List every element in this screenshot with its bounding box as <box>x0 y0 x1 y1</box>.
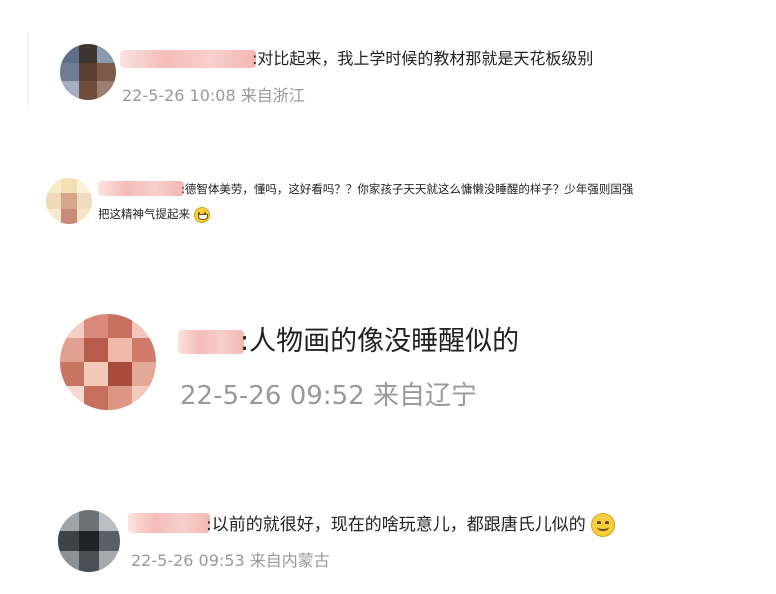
comment-time: 22-5-26 09:53 <box>131 551 245 570</box>
avatar[interactable] <box>60 314 156 410</box>
divider-line <box>28 32 29 108</box>
comment-text: :以前的就很好，现在的啥玩意儿，都跟唐氏儿似的 <box>206 513 616 537</box>
username-blurred[interactable] <box>98 181 184 196</box>
username-blurred[interactable] <box>128 513 210 533</box>
comment-text: :对比起来，我上学时候的教材那就是天花板级别 <box>252 49 594 68</box>
comment-text-label: :以前的就很好，现在的啥玩意儿，都跟唐氏儿似的 <box>206 515 586 535</box>
avatar[interactable] <box>58 510 120 572</box>
avatar[interactable] <box>46 178 92 224</box>
grin-emoji-icon <box>193 206 210 223</box>
comment-location: 来自辽宁 <box>372 381 477 411</box>
comment-location: 来自内蒙古 <box>249 551 330 570</box>
smile-emoji-icon <box>591 513 616 537</box>
comment-meta: 22-5-26 09:52 来自辽宁 <box>180 380 477 412</box>
comment-text-line1: :德智体美劳，懂吗，这好看吗？？你家孩子天天就这么慵懒没睡醒的样子？少年强则国强 <box>181 182 634 196</box>
comment-meta: 22-5-26 09:53 来自内蒙古 <box>131 551 330 571</box>
comment-time: 22-5-26 10:08 <box>122 86 236 105</box>
comment-location: 来自浙江 <box>240 86 305 105</box>
username-blurred[interactable] <box>120 50 256 68</box>
comment-text: :人物画的像没睡醒似的 <box>240 326 520 357</box>
comment-text-line2: 把这精神气提起来 <box>98 206 210 223</box>
comment-text-line2-label: 把这精神气提起来 <box>98 207 190 221</box>
comment-time: 22-5-26 09:52 <box>180 381 365 411</box>
avatar[interactable] <box>60 44 116 100</box>
comment-meta: 22-5-26 10:08 来自浙江 <box>122 86 305 106</box>
username-blurred[interactable] <box>178 330 244 354</box>
